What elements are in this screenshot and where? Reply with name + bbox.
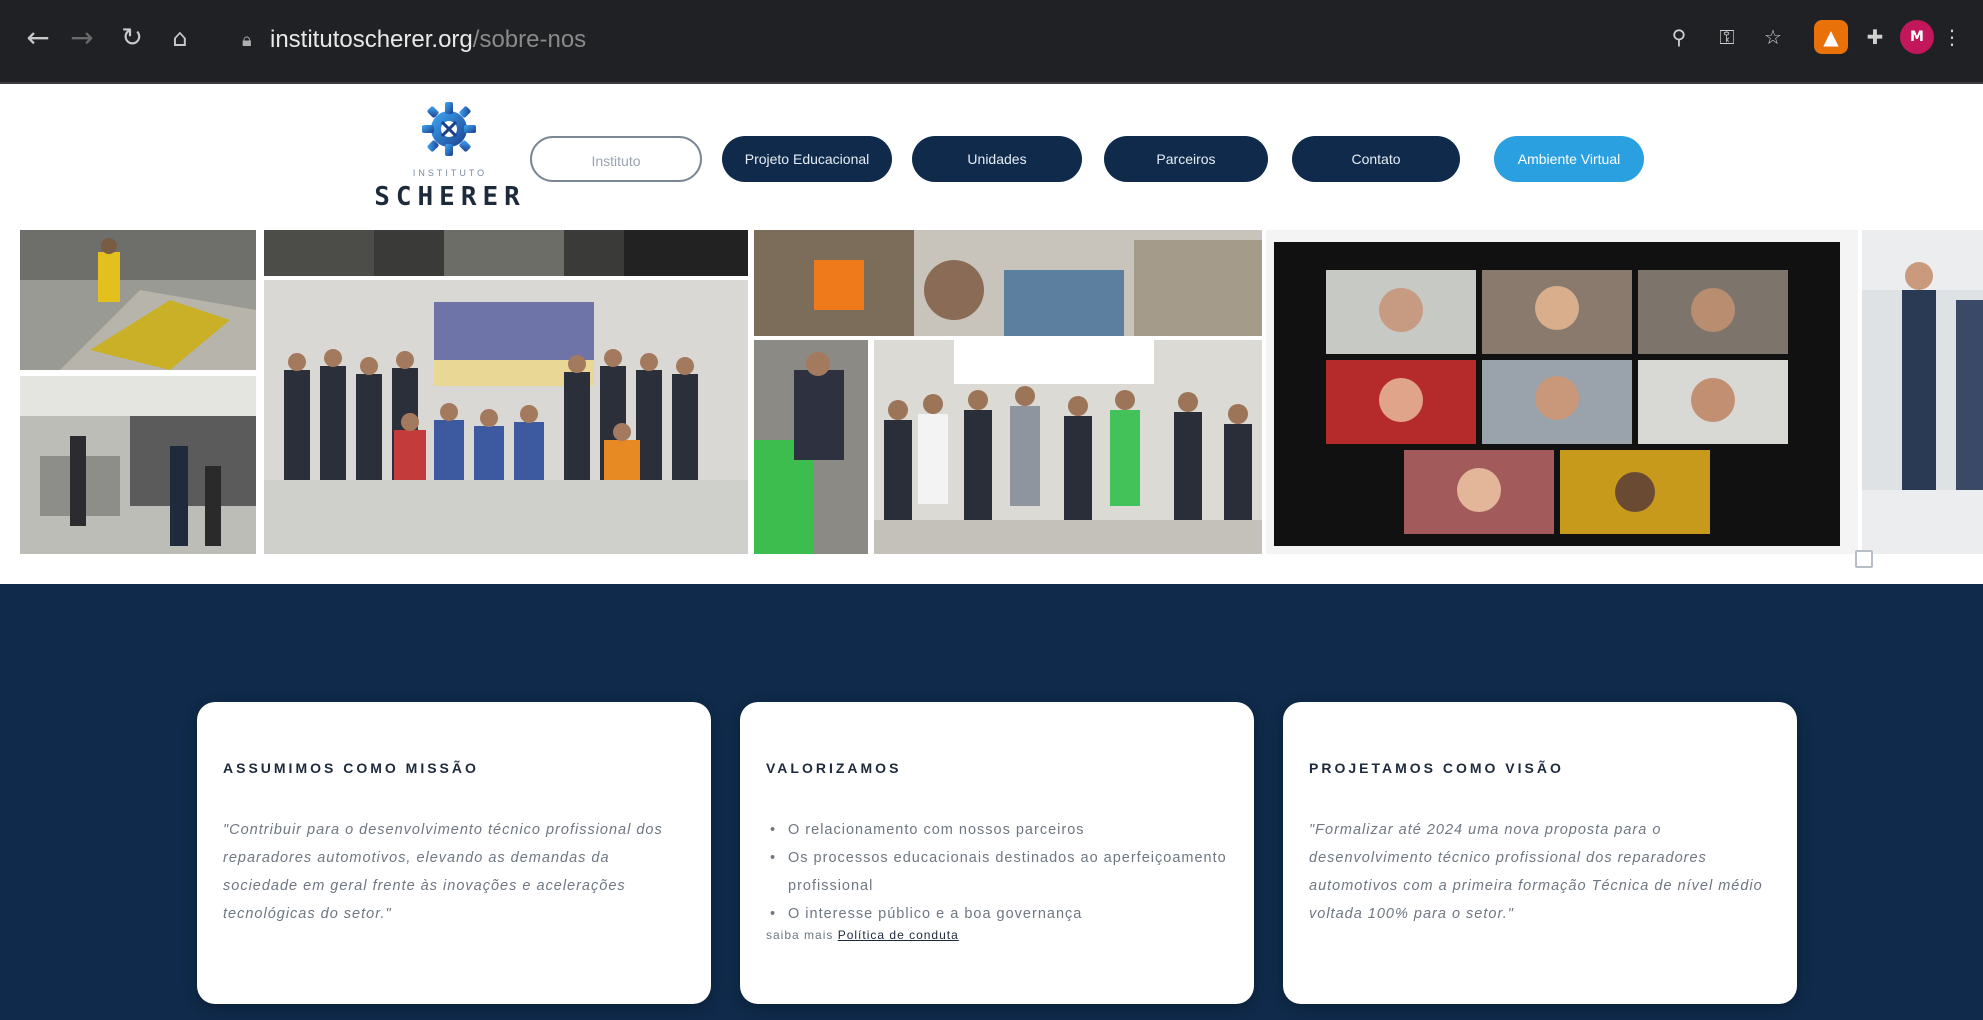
forward-arrow-icon[interactable]: → — [62, 18, 102, 58]
nav-instituto[interactable]: Instituto — [530, 136, 702, 182]
menu-dots-icon[interactable]: ⋮ — [1942, 20, 1962, 54]
gallery-photo-people-standing[interactable] — [1862, 230, 1983, 554]
gallery-control[interactable] — [1855, 550, 1873, 568]
url-host: institutoscherer.org — [270, 26, 473, 53]
address-bar[interactable]: 🔒︎ institutoscherer.org/sobre-nos — [228, 20, 1648, 60]
gallery-photo-workshop-top[interactable] — [20, 230, 256, 370]
values-list-item: Os processos educacionais destinados ao … — [766, 844, 1230, 900]
values-title: VALORIZAMOS — [766, 760, 902, 776]
gallery-photo-group-class[interactable] — [264, 280, 748, 554]
lock-icon: 🔒︎ — [242, 30, 252, 50]
home-icon[interactable]: ⌂ — [160, 18, 200, 58]
reload-icon[interactable]: ↻ — [112, 18, 152, 58]
search-icon[interactable]: ⚲ — [1662, 20, 1696, 54]
back-arrow-icon[interactable]: ← — [18, 18, 58, 58]
photo-gallery — [20, 228, 1983, 556]
logo-tagline: INSTITUTO — [412, 168, 488, 178]
mission-text: "Contribuir para o desenvolvimento técni… — [223, 822, 663, 922]
values-list-item: O interesse público e a boa governança — [766, 900, 1230, 928]
values-card: VALORIZAMOS O relacionamento com nossos … — [740, 702, 1254, 1004]
nav-contato[interactable]: Contato — [1292, 136, 1460, 182]
gallery-photo-students[interactable] — [754, 340, 868, 554]
gallery-photo-workshop-bottom[interactable] — [20, 376, 256, 554]
browser-toolbar: ← → ↻ ⌂ 🔒︎ institutoscherer.org/sobre-no… — [0, 0, 1983, 84]
star-icon[interactable]: ☆ — [1756, 20, 1790, 54]
puzzle-icon[interactable]: ✚ — [1858, 20, 1892, 54]
values-list: O relacionamento com nossos parceiros Os… — [766, 816, 1230, 928]
values-tail-text: saiba mais — [766, 928, 834, 942]
vision-title: PROJETAMOS COMO VISÃO — [1309, 760, 1564, 776]
mission-title: ASSUMIMOS COMO MISSÃO — [223, 760, 479, 776]
gear-logo-icon — [422, 102, 476, 156]
nav-projeto-educacional[interactable]: Projeto Educacional — [722, 136, 892, 182]
vision-text: "Formalizar até 2024 uma nova proposta p… — [1309, 822, 1763, 922]
gallery-photo-video-call[interactable] — [1266, 230, 1858, 554]
site-header: INSTITUTO SCHERER Instituto Projeto Educ… — [20, 86, 1983, 226]
key-icon[interactable]: ⚿ — [1710, 20, 1744, 54]
gallery-photo-group-team[interactable] — [874, 340, 1262, 554]
nav-parceiros[interactable]: Parceiros — [1104, 136, 1268, 182]
extension-icon[interactable]: ▲ — [1814, 20, 1848, 54]
values-section: ASSUMIMOS COMO MISSÃO "Contribuir para o… — [0, 584, 1983, 1020]
nav-ambiente-virtual[interactable]: Ambiente Virtual — [1494, 136, 1644, 182]
nav-unidades[interactable]: Unidades — [912, 136, 1082, 182]
values-list-item: O relacionamento com nossos parceiros — [766, 816, 1230, 844]
values-tail: saiba mais Política de conduta — [766, 928, 1230, 942]
gallery-photo-strip[interactable] — [264, 230, 748, 276]
mission-card: ASSUMIMOS COMO MISSÃO "Contribuir para o… — [197, 702, 711, 1004]
site-logo[interactable]: INSTITUTO SCHERER — [360, 100, 540, 220]
conduct-policy-link[interactable]: Política de conduta — [838, 928, 959, 942]
gallery-photo-classroom[interactable] — [754, 230, 1262, 336]
logo-name: SCHERER — [374, 182, 526, 212]
vision-card: PROJETAMOS COMO VISÃO "Formalizar até 20… — [1283, 702, 1797, 1004]
url-path: /sobre-nos — [472, 26, 587, 53]
profile-avatar[interactable]: M — [1900, 20, 1934, 54]
